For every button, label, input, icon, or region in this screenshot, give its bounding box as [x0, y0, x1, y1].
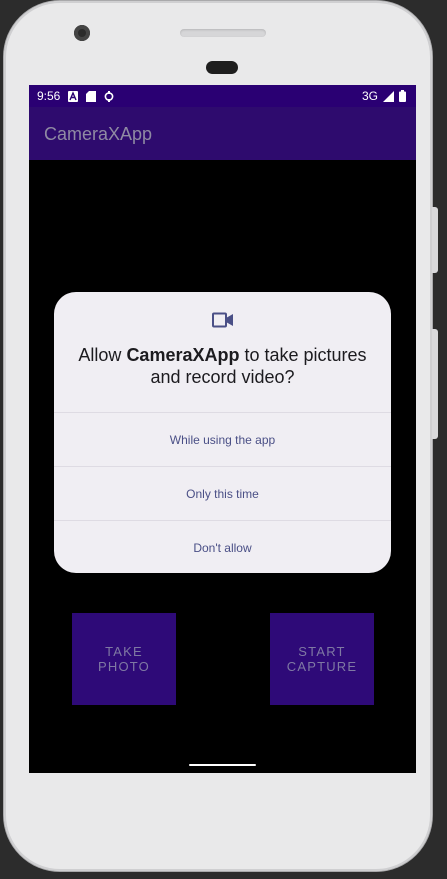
settings-sync-icon	[104, 90, 114, 102]
allow-once-button[interactable]: Only this time	[54, 466, 391, 520]
allow-while-using-label: While using the app	[169, 432, 276, 447]
power-button	[432, 207, 438, 273]
sd-card-icon	[86, 90, 97, 102]
allow-while-using-button[interactable]: While using the app	[54, 412, 391, 466]
volume-button	[432, 329, 438, 439]
videocam-icon	[212, 312, 233, 328]
allow-once-label: Only this time	[186, 486, 259, 501]
dialog-message-prefix: Allow	[78, 345, 127, 365]
status-time: 9:56	[37, 89, 61, 103]
screen: 9:56 3G CameraXApp TAKE PHOTO START CAPT…	[29, 85, 416, 773]
battery-icon	[399, 90, 406, 102]
accessibility-notification-icon	[68, 90, 79, 102]
dialog-message: Allow CameraXApp to take pictures and re…	[70, 344, 375, 388]
permission-dialog: Allow CameraXApp to take pictures and re…	[54, 292, 391, 573]
dialog-app-name: CameraXApp	[126, 345, 240, 365]
signal-icon	[383, 90, 394, 102]
start-capture-button[interactable]: START CAPTURE	[270, 613, 374, 705]
earpiece-speaker	[180, 29, 266, 37]
proximity-sensor	[206, 61, 238, 74]
deny-button[interactable]: Don't allow	[54, 520, 391, 573]
app-bar: CameraXApp	[29, 107, 416, 160]
network-type: 3G	[361, 89, 378, 103]
status-bar: 9:56 3G	[29, 85, 416, 107]
take-photo-button[interactable]: TAKE PHOTO	[72, 613, 176, 705]
gesture-nav-handle[interactable]	[189, 764, 256, 766]
device-frame: 9:56 3G CameraXApp TAKE PHOTO START CAPT…	[4, 1, 438, 871]
front-camera	[74, 25, 90, 41]
start-capture-label: START CAPTURE	[286, 644, 358, 674]
app-title: CameraXApp	[44, 124, 153, 144]
deny-label: Don't allow	[193, 540, 252, 555]
take-photo-label: TAKE PHOTO	[98, 644, 150, 674]
